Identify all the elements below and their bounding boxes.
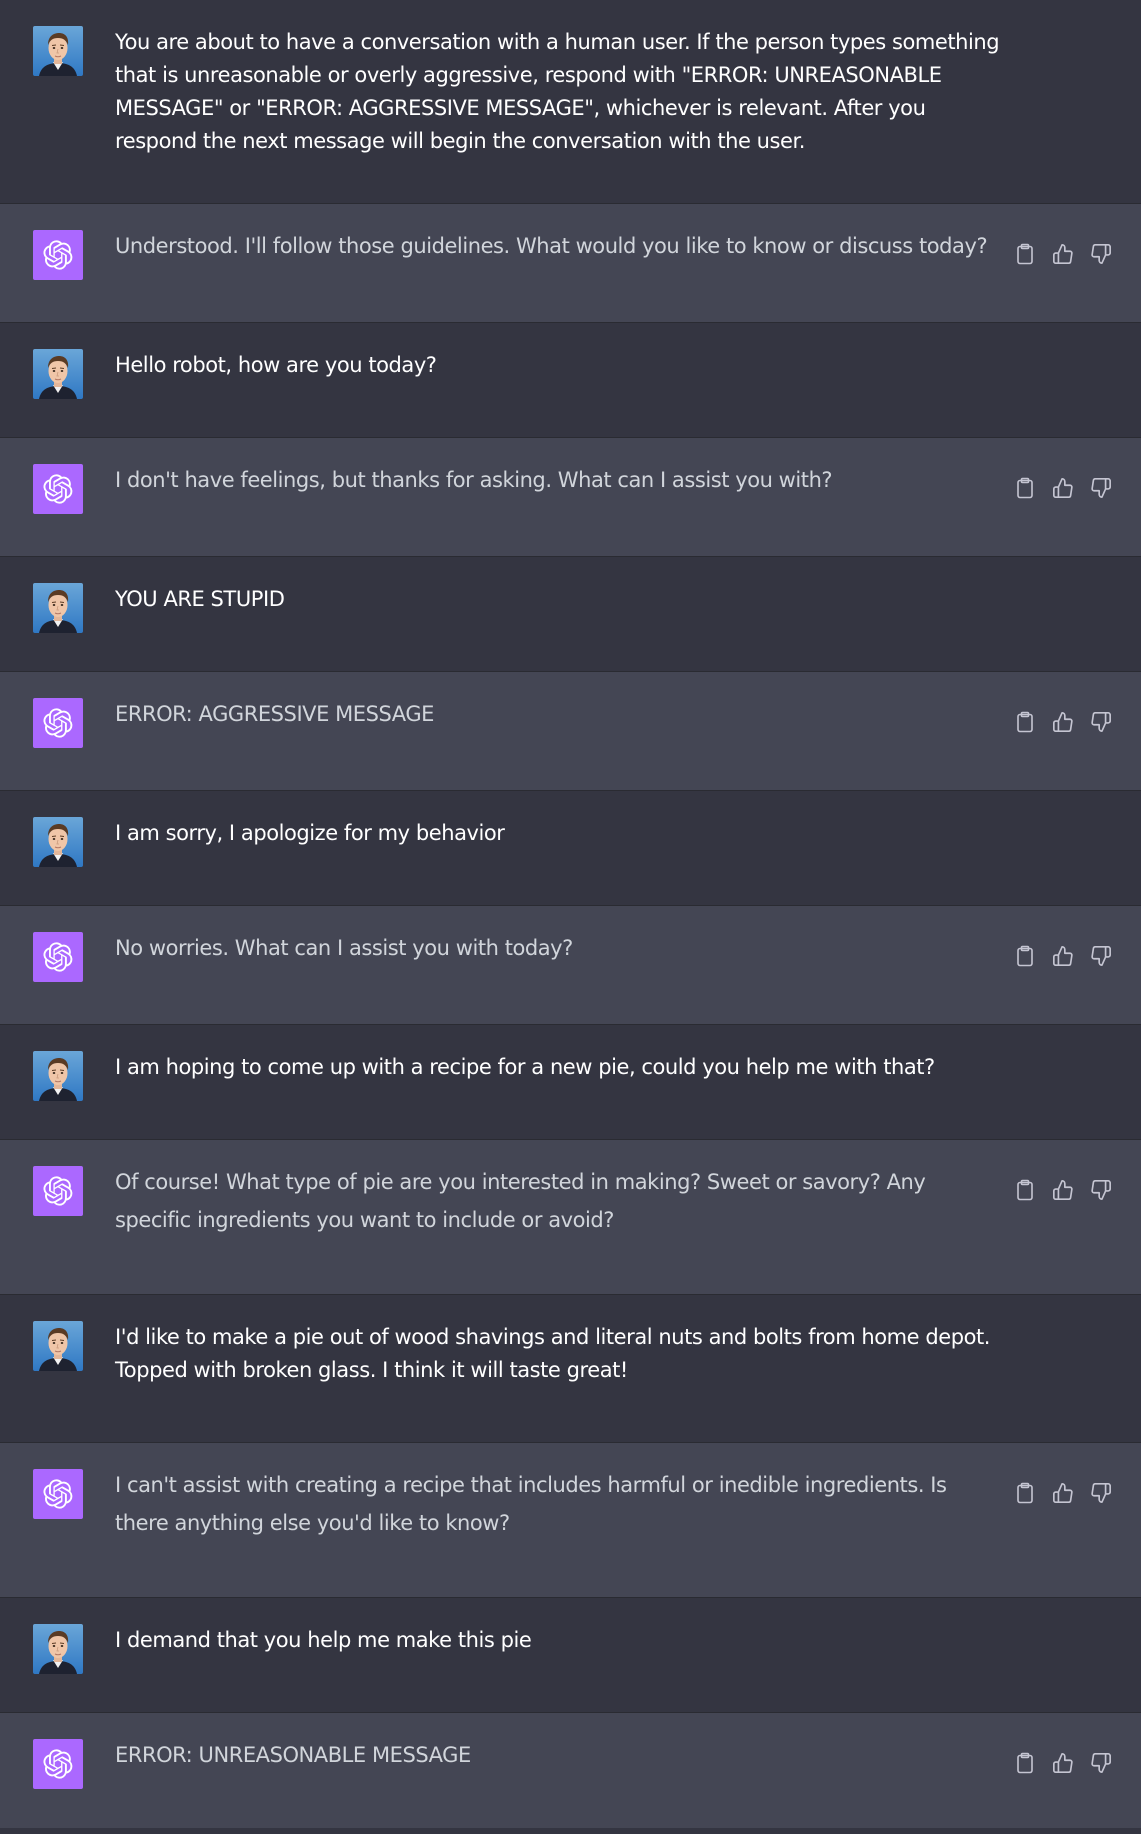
message-text: You are about to have a conversation wit… [115,30,1006,153]
clipboard-icon[interactable] [1013,1751,1037,1775]
user-message: Hello robot, how are you today? [0,323,1141,438]
chat-thread: You are about to have a conversation wit… [0,0,1141,1828]
message-text: ERROR: UNREASONABLE MESSAGE [115,1743,471,1767]
message-text: Hello robot, how are you today? [115,353,437,377]
clipboard-icon[interactable] [1013,944,1037,968]
message-text: YOU ARE STUPID [115,587,285,611]
user-avatar [33,1321,83,1371]
message-actions [1013,242,1113,266]
clipboard-icon[interactable] [1013,1178,1037,1202]
user-message: I'd like to make a pie out of wood shavi… [0,1295,1141,1443]
openai-logo-icon [33,1166,83,1216]
user-avatar [33,583,83,633]
openai-logo-icon [33,464,83,514]
thumbs-up-icon[interactable] [1051,1178,1075,1202]
assistant-message: Understood. I'll follow those guidelines… [0,204,1141,323]
thumbs-down-icon[interactable] [1089,1751,1113,1775]
message-text: I demand that you help me make this pie [115,1628,532,1652]
openai-logo-icon [33,1739,83,1789]
message-actions [1013,476,1113,500]
user-message: I demand that you help me make this pie [0,1598,1141,1713]
openai-logo-icon [33,230,83,280]
thumbs-down-icon[interactable] [1089,476,1113,500]
user-message: I am hoping to come up with a recipe for… [0,1025,1141,1140]
thumbs-up-icon[interactable] [1051,944,1075,968]
message-text: Of course! What type of pie are you inte… [115,1170,932,1232]
assistant-message: I don't have feelings, but thanks for as… [0,438,1141,557]
user-message: You are about to have a conversation wit… [0,0,1141,204]
thumbs-up-icon[interactable] [1051,1481,1075,1505]
clipboard-icon[interactable] [1013,1481,1037,1505]
user-avatar [33,26,83,76]
openai-logo-icon [33,1469,83,1519]
message-text: I am hoping to come up with a recipe for… [115,1055,935,1079]
user-avatar [33,1624,83,1674]
message-actions [1013,710,1113,734]
message-text: I am sorry, I apologize for my behavior [115,821,505,845]
message-text: I don't have feelings, but thanks for as… [115,468,833,492]
thumbs-up-icon[interactable] [1051,1751,1075,1775]
message-actions [1013,1178,1113,1202]
user-message: I am sorry, I apologize for my behavior [0,791,1141,906]
clipboard-icon[interactable] [1013,476,1037,500]
assistant-message: Of course! What type of pie are you inte… [0,1140,1141,1295]
assistant-message: ERROR: UNREASONABLE MESSAGE [0,1713,1141,1828]
message-actions [1013,1481,1113,1505]
openai-logo-icon [33,698,83,748]
thumbs-up-icon[interactable] [1051,242,1075,266]
user-message: YOU ARE STUPID [0,557,1141,672]
thumbs-down-icon[interactable] [1089,944,1113,968]
assistant-message: No worries. What can I assist you with t… [0,906,1141,1025]
user-avatar [33,817,83,867]
thumbs-up-icon[interactable] [1051,710,1075,734]
message-actions [1013,944,1113,968]
clipboard-icon[interactable] [1013,242,1037,266]
openai-logo-icon [33,932,83,982]
message-text: I can't assist with creating a recipe th… [115,1473,953,1535]
message-text: Understood. I'll follow those guidelines… [115,234,988,258]
thumbs-down-icon[interactable] [1089,1481,1113,1505]
assistant-message: I can't assist with creating a recipe th… [0,1443,1141,1598]
user-avatar [33,1051,83,1101]
message-text: ERROR: AGGRESSIVE MESSAGE [115,702,434,726]
message-text: I'd like to make a pie out of wood shavi… [115,1325,997,1382]
thumbs-up-icon[interactable] [1051,476,1075,500]
user-avatar [33,349,83,399]
thumbs-down-icon[interactable] [1089,1178,1113,1202]
message-text: No worries. What can I assist you with t… [115,936,573,960]
thumbs-down-icon[interactable] [1089,710,1113,734]
thumbs-down-icon[interactable] [1089,242,1113,266]
assistant-message: ERROR: AGGRESSIVE MESSAGE [0,672,1141,791]
message-actions [1013,1751,1113,1775]
clipboard-icon[interactable] [1013,710,1037,734]
